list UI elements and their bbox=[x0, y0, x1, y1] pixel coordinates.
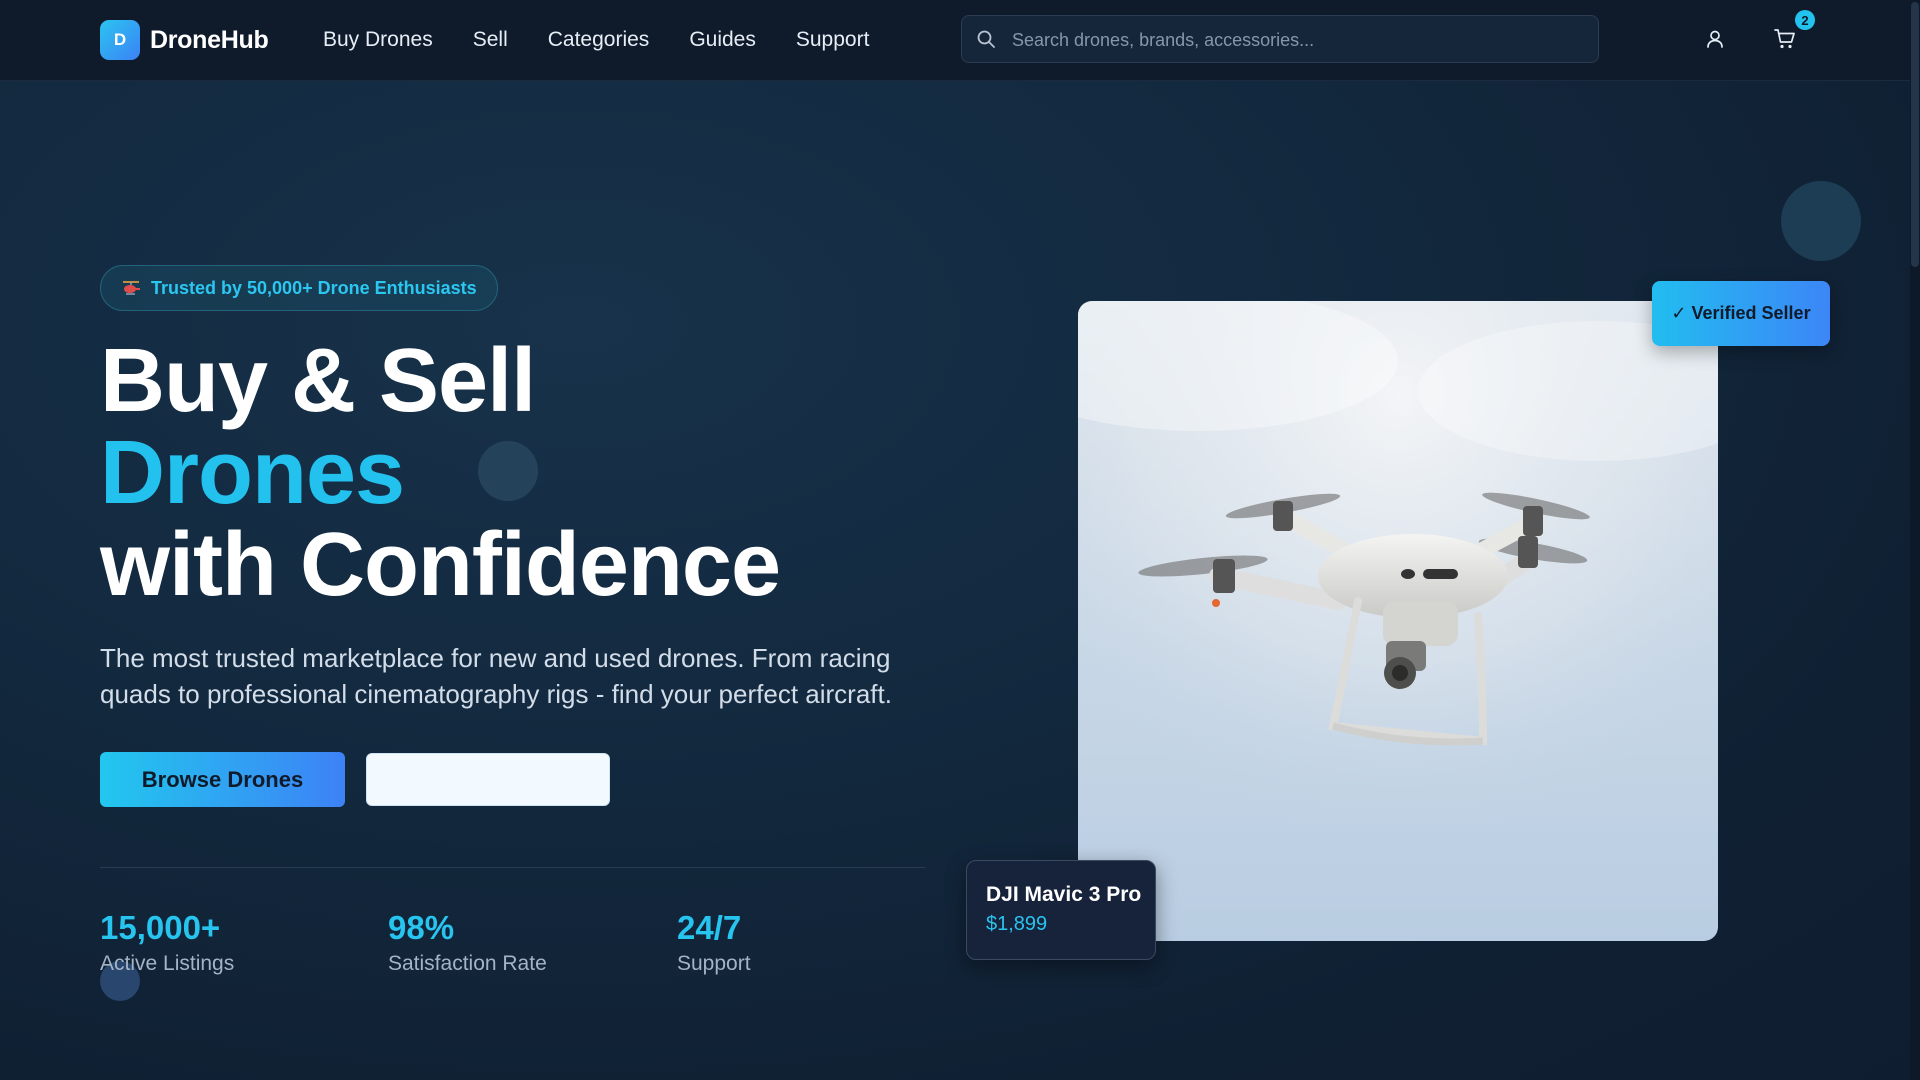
decorative-bubble bbox=[1781, 181, 1861, 261]
search-icon bbox=[977, 30, 995, 48]
nav-link-support[interactable]: Support bbox=[796, 28, 870, 52]
nav-link-categories[interactable]: Categories bbox=[548, 28, 650, 52]
featured-drone-image[interactable] bbox=[1078, 301, 1718, 941]
brand-name: DroneHub bbox=[150, 25, 269, 54]
logo-badge: D bbox=[100, 20, 140, 60]
stat-active-listings: 15,000+ Active Listings bbox=[100, 908, 234, 976]
headline-line-2-accent: Drones bbox=[100, 423, 405, 523]
product-price: $1,899 bbox=[986, 913, 1048, 935]
browse-drones-button[interactable]: Browse Drones bbox=[100, 752, 345, 807]
top-navbar: D DroneHub Buy Drones Sell Categories Gu… bbox=[0, 0, 1910, 81]
scrollbar-thumb[interactable] bbox=[1911, 2, 1919, 267]
stat-support: 24/7 Support bbox=[677, 908, 751, 976]
trust-badge-text: Trusted by 50,000+ Drone Enthusiasts bbox=[151, 277, 477, 298]
headline-line-3: with Confidence bbox=[100, 515, 781, 615]
hero-description: The most trusted marketplace for new and… bbox=[100, 643, 892, 709]
hero-headline: Buy & Sell Drones with Confidence bbox=[100, 331, 781, 615]
stat-satisfaction-rate: 98% Satisfaction Rate bbox=[388, 908, 547, 976]
nav-link-sell[interactable]: Sell bbox=[473, 28, 508, 52]
cart-icon[interactable] bbox=[1774, 28, 1796, 50]
stats-divider bbox=[100, 867, 925, 868]
nav-link-guides[interactable]: Guides bbox=[689, 28, 756, 52]
drone-illustration bbox=[1078, 301, 1718, 941]
product-name: DJI Mavic 3 Pro bbox=[986, 883, 1142, 906]
stat-label: Support bbox=[677, 952, 751, 975]
nav-links: Buy Drones Sell Categories Guides Suppor… bbox=[323, 0, 909, 80]
brand-logo[interactable]: D DroneHub bbox=[100, 20, 269, 60]
user-icon[interactable] bbox=[1705, 29, 1725, 49]
search-input[interactable] bbox=[1010, 16, 1584, 64]
stat-value: 98% bbox=[388, 909, 455, 946]
search-bar[interactable] bbox=[961, 15, 1599, 64]
verified-seller-badge: ✓ Verified Seller bbox=[1652, 281, 1830, 346]
trust-badge: Trusted by 50,000+ Drone Enthusiasts bbox=[100, 265, 498, 311]
secondary-cta-button[interactable] bbox=[366, 753, 610, 806]
cart-count-badge: 2 bbox=[1795, 10, 1815, 30]
nav-link-buy-drones[interactable]: Buy Drones bbox=[323, 28, 433, 52]
stat-value: 24/7 bbox=[677, 909, 742, 946]
headline-line-1: Buy & Sell bbox=[100, 331, 536, 431]
stat-value: 15,000+ bbox=[100, 909, 221, 946]
helicopter-icon bbox=[123, 281, 140, 295]
stat-label: Satisfaction Rate bbox=[388, 952, 547, 975]
featured-product-card[interactable]: DJI Mavic 3 Pro $1,899 bbox=[966, 860, 1156, 960]
stat-label: Active Listings bbox=[100, 952, 235, 975]
